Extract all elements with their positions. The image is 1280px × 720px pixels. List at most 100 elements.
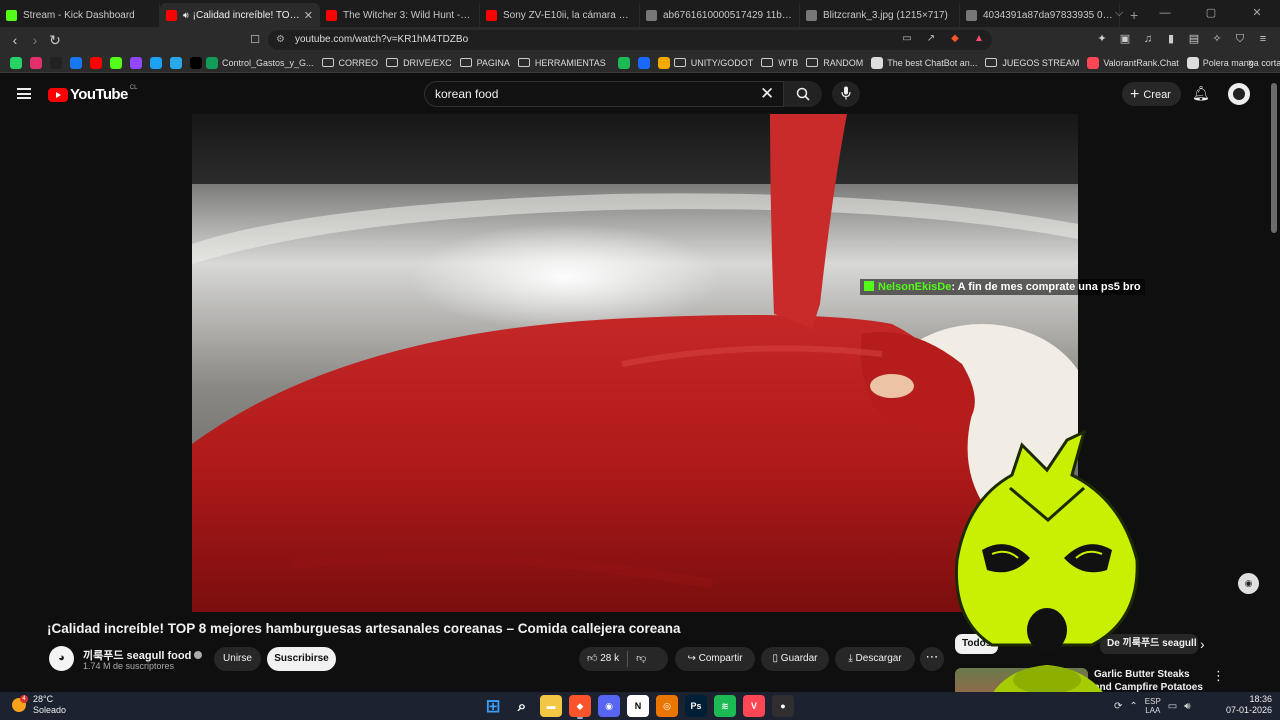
notion-taskbar-icon[interactable]: N <box>627 695 649 717</box>
search-taskbar-icon[interactable]: ⌕ <box>511 695 533 717</box>
weather-widget[interactable]: 4 28°C Soleado <box>12 694 66 716</box>
bookmark-folder[interactable]: RANDOM <box>806 58 863 68</box>
bookmark-icon-item[interactable] <box>70 56 82 69</box>
search-input[interactable]: korean food <box>424 81 784 107</box>
brave-rewards-icon[interactable]: ▲ <box>972 31 986 47</box>
bookmark-icon-item[interactable] <box>617 56 630 69</box>
overlay-settings-button[interactable]: ◉ <box>1238 573 1259 594</box>
spotify-taskbar-icon[interactable]: ≋ <box>714 695 736 717</box>
bookmark-folder[interactable]: PAGINA <box>459 58 510 68</box>
youtube-logo[interactable]: YouTube CL <box>48 85 137 103</box>
forward-icon[interactable]: › <box>26 31 44 49</box>
bookmark-icon-item[interactable] <box>30 56 42 69</box>
brave-browser-taskbar-icon[interactable]: ◆ <box>569 695 591 719</box>
chevron-right-icon[interactable]: › <box>1200 636 1205 652</box>
bookmark-icon-item[interactable] <box>90 56 102 69</box>
tab-audio-icon[interactable]: 🔊︎ <box>183 10 189 21</box>
brave-shields-icon[interactable]: ◆ <box>948 31 962 47</box>
bookmark-page-icon[interactable]: ☐ <box>246 31 264 49</box>
vpn-icon[interactable]: ⛉ <box>1233 31 1247 47</box>
browser-tab[interactable]: Sony ZV-E10ii, la cámara definitiva p <box>480 3 640 27</box>
more-actions-button[interactable]: ⋯ <box>920 647 944 671</box>
site-info-icon[interactable]: ⚙ <box>276 30 285 50</box>
download-button[interactable]: ⤓ Descargar <box>835 647 915 671</box>
browser-tab[interactable]: Blitzcrank_3.jpg (1215×717) <box>800 3 960 27</box>
more-bookmarks-icon[interactable]: » <box>1248 57 1254 69</box>
channel-avatar[interactable]: ◕ <box>49 646 74 671</box>
bookmark-icon-item[interactable] <box>150 56 162 69</box>
obs-taskbar-icon[interactable]: ● <box>772 695 794 717</box>
bookmark-item[interactable]: ValorantRank.Chat <box>1087 56 1179 69</box>
extensions-icon[interactable]: ✦ <box>1095 31 1109 47</box>
bookmark-icon-item[interactable] <box>10 56 22 69</box>
clock-date: 07-01-2026 <box>1226 705 1273 715</box>
clear-search-icon[interactable]: ✕ <box>760 84 774 104</box>
bookmark-label: The best ChatBot an... <box>887 57 978 68</box>
browser-tab[interactable]: Stream - Kick Dashboard <box>0 3 160 27</box>
reload-icon[interactable]: ↻ <box>46 31 64 49</box>
blender-taskbar-icon[interactable]: ◎ <box>656 695 678 717</box>
browser-tab[interactable]: ab6761610000517429 11bc86767e2 <box>640 3 800 27</box>
menu-icon[interactable]: ≡ <box>1256 31 1270 47</box>
account-avatar[interactable] <box>1228 83 1250 105</box>
maximize-button[interactable]: ▢ <box>1188 0 1234 27</box>
file-explorer-taskbar-icon[interactable]: ▬ <box>540 695 562 717</box>
share-page-icon[interactable]: ↗ <box>924 31 938 47</box>
close-tab-icon[interactable]: ✕ <box>304 9 313 22</box>
bookmark-icon-item[interactable] <box>170 56 182 69</box>
video-player[interactable] <box>192 114 1078 612</box>
bookmark-folder[interactable]: CORREO <box>321 58 378 68</box>
browser-tab[interactable]: The Witcher 3: Wild Hunt - Launch C <box>320 3 480 27</box>
tab-favicon-icon <box>966 9 977 21</box>
recommended-menu-icon[interactable]: ⋮ <box>1212 668 1225 684</box>
chevron-up-icon[interactable]: ⌃ <box>1129 701 1137 712</box>
media-icon[interactable]: ♫ <box>1141 31 1155 47</box>
photoshop-taskbar-icon[interactable]: Ps <box>685 695 707 717</box>
bookmark-folder[interactable]: WTB <box>761 58 798 68</box>
save-button[interactable]: ▯ Guardar <box>761 647 829 671</box>
screenshot-icon[interactable]: ▣ <box>1118 31 1132 47</box>
voice-search-button[interactable] <box>832 81 860 107</box>
valorant-taskbar-icon[interactable]: V <box>743 695 765 717</box>
wallet-icon[interactable]: ▤ <box>1187 31 1201 47</box>
bookmark-folder[interactable]: UNITY/GODOT <box>673 58 753 68</box>
address-bar[interactable]: ⚙ youtube.com/watch?v=KR1hM4TDZBo <box>268 30 992 50</box>
search-button[interactable] <box>784 81 822 107</box>
bookmark-item[interactable]: Control_Gastos_y_G... <box>206 56 314 69</box>
page-scrollbar[interactable] <box>1271 83 1277 233</box>
language-indicator[interactable]: ESP LAA <box>1145 697 1161 715</box>
join-button[interactable]: Unirse <box>214 647 261 671</box>
cast-icon[interactable]: ▭ <box>900 31 914 47</box>
bookmark-item[interactable]: The best ChatBot an... <box>871 56 978 69</box>
dislike-button[interactable]: 👎︎ <box>636 647 646 671</box>
minimize-button[interactable]: — <box>1142 0 1188 27</box>
bookmark-icon-item[interactable] <box>50 56 62 69</box>
leo-ai-icon[interactable]: ✧ <box>1210 31 1224 47</box>
back-icon[interactable]: ‹ <box>6 31 24 49</box>
bookmark-folder[interactable]: HERRAMIENTAS <box>517 58 606 68</box>
windows-start-taskbar-icon[interactable]: ⊞ <box>482 695 504 717</box>
bookmark-icon-item[interactable] <box>657 56 670 69</box>
volume-icon[interactable]: 🔊︎ <box>1184 701 1190 712</box>
sidebar-icon[interactable]: ▮ <box>1164 31 1178 47</box>
guide-menu-icon[interactable] <box>17 88 31 99</box>
bookmark-icon-item[interactable] <box>190 56 202 69</box>
create-button[interactable]: + Crear <box>1122 82 1181 106</box>
bookmark-icon-item[interactable] <box>637 56 650 69</box>
clock[interactable]: 18:36 07-01-2026 <box>1226 694 1272 716</box>
bookmark-item[interactable]: Polera manga corta... <box>1186 56 1280 69</box>
network-icon[interactable]: ▭ <box>1168 701 1177 712</box>
subscribe-button[interactable]: Suscribirse <box>267 647 336 671</box>
bookmark-folder[interactable]: DRIVE/EXC <box>386 58 452 68</box>
browser-tab[interactable]: 🔊︎¡Calidad increíble! TOP 8 mejores hamb… <box>160 3 320 27</box>
bookmark-folder[interactable]: JUEGOS STREAM <box>985 58 1079 68</box>
notifications-icon[interactable]: 🔔︎ <box>1192 85 1210 102</box>
refresh-icon[interactable]: ⟳ <box>1114 701 1122 712</box>
share-button[interactable]: ↪ Compartir <box>675 647 755 671</box>
tab-search-icon[interactable]: ⌵ <box>1096 0 1142 27</box>
like-button[interactable]: 👍︎ 28 k <box>587 647 619 671</box>
close-window-button[interactable]: ✕ <box>1234 0 1280 27</box>
discord-taskbar-icon[interactable]: ◉ <box>598 695 620 717</box>
bookmark-icon-item[interactable] <box>110 56 122 69</box>
bookmark-icon-item[interactable] <box>130 56 142 69</box>
